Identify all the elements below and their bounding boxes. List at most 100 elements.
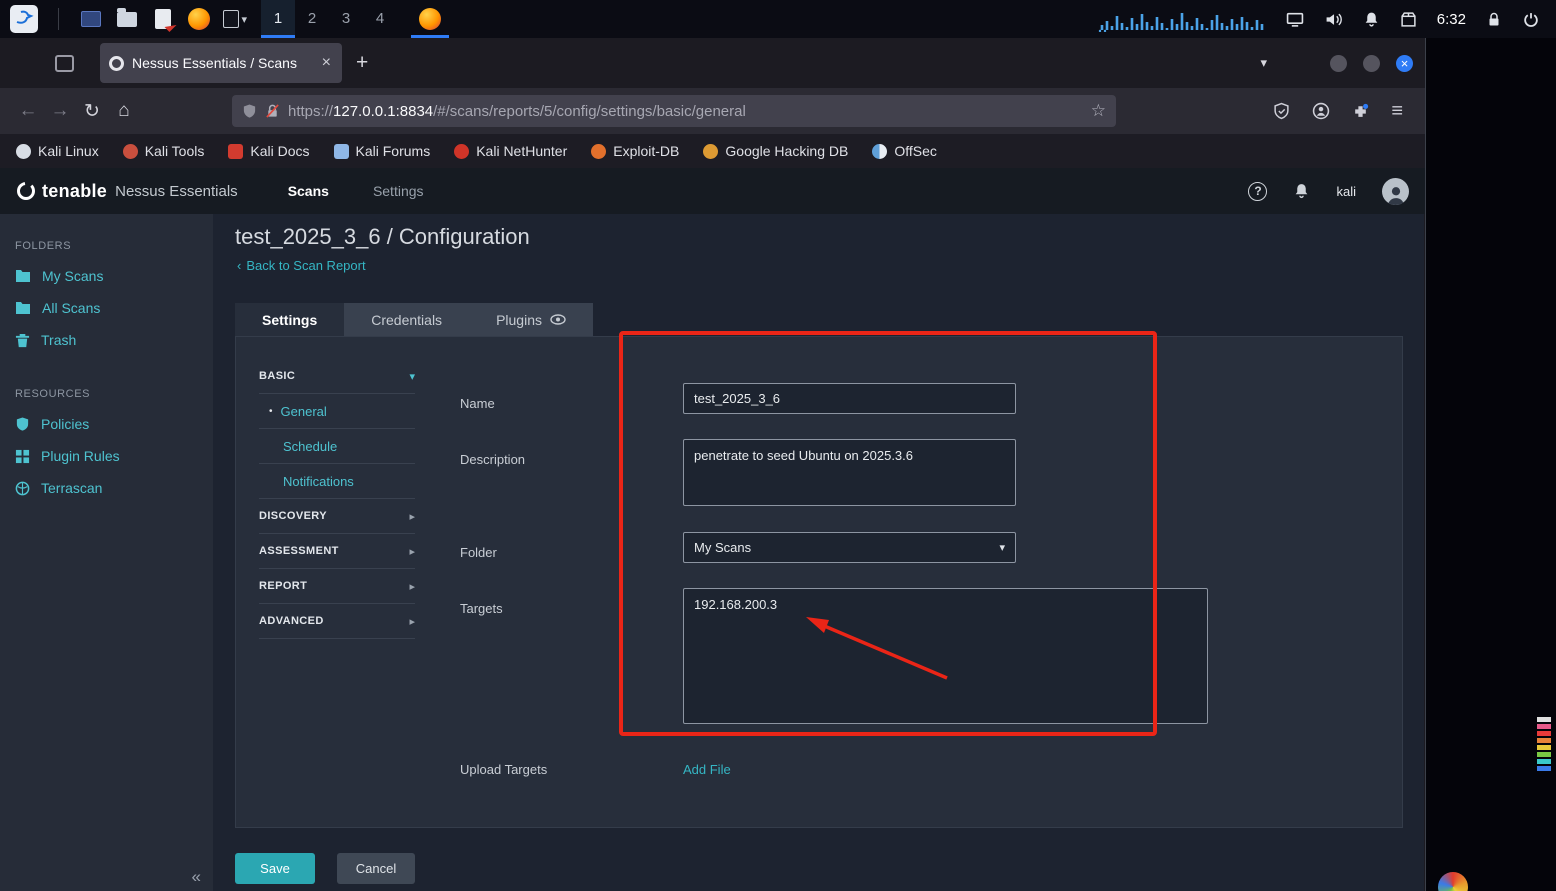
minimize-button[interactable] <box>1330 54 1347 72</box>
tenable-brand: tenable <box>42 180 108 201</box>
updates-package-icon[interactable] <box>1400 11 1417 28</box>
tab-credentials[interactable]: Credentials <box>344 303 470 336</box>
workspace-3[interactable]: 3 <box>329 0 363 38</box>
bookmark-kali-linux[interactable]: Kali Linux <box>16 143 99 159</box>
sidebar-item-plugin-rules[interactable]: Plugin Rules <box>0 440 213 472</box>
new-tab-button[interactable]: + <box>356 51 368 75</box>
tab-close-icon[interactable]: × <box>320 54 333 72</box>
lock-screen-icon[interactable] <box>1486 11 1502 28</box>
sidebar-collapse-icon[interactable]: « <box>192 867 201 887</box>
volume-icon[interactable] <box>1324 11 1343 28</box>
bookmark-google-hacking-db[interactable]: Google Hacking DB <box>703 143 848 159</box>
settings-item-notifications[interactable]: Notifications <box>259 464 415 499</box>
bookmark-label: OffSec <box>894 143 937 159</box>
chevron-right-icon: ▸ <box>409 510 415 523</box>
clock[interactable]: 6:32 <box>1437 11 1466 28</box>
back-button[interactable]: ← <box>12 100 44 122</box>
browser-tab-active[interactable]: Nessus Essentials / Scans × <box>100 43 342 83</box>
sidebar-item-trash[interactable]: Trash <box>0 324 213 356</box>
nav-scans[interactable]: Scans <box>288 183 329 199</box>
workspace-1[interactable]: 1 <box>261 0 295 38</box>
text-editor-icon[interactable] <box>151 7 175 31</box>
terminal-launcher-icon[interactable]: ▾ <box>223 7 247 31</box>
firefox-launcher-icon[interactable] <box>187 7 211 31</box>
reload-button[interactable]: ↻ <box>76 100 108 123</box>
tracking-shield-icon[interactable] <box>242 103 257 119</box>
folder-select[interactable]: My Scans ▾ <box>683 532 1016 563</box>
help-icon[interactable]: ? <box>1248 181 1268 201</box>
person-icon <box>1387 186 1404 205</box>
extensions-puzzle-icon[interactable] <box>1352 103 1369 120</box>
display-icon[interactable] <box>1286 11 1304 28</box>
item-label: Notifications <box>283 473 354 489</box>
bookmark-kali-forums[interactable]: Kali Forums <box>333 143 430 159</box>
bookmark-kali-docs[interactable]: Kali Docs <box>228 143 310 159</box>
forward-button[interactable]: → <box>44 100 76 122</box>
sidebar-item-all-scans[interactable]: All Scans <box>0 292 213 324</box>
targets-field[interactable]: 192.168.200.3 <box>683 588 1208 724</box>
kali-nethunter-icon <box>454 143 470 159</box>
window-controls: × <box>1330 54 1413 72</box>
window-app-icon[interactable] <box>79 7 103 31</box>
nessus-bell-icon[interactable] <box>1293 182 1310 200</box>
sidebar-item-policies[interactable]: Policies <box>0 408 213 440</box>
close-window-button[interactable]: × <box>1396 54 1413 72</box>
settings-item-general[interactable]: • General <box>259 394 415 429</box>
user-name[interactable]: kali <box>1336 184 1356 199</box>
bookmark-label: Kali Docs <box>250 143 310 159</box>
firefox-view-icon[interactable] <box>55 54 74 72</box>
group-label: ASSESSMENT <box>259 545 339 557</box>
name-label: Name <box>460 396 495 411</box>
home-button[interactable]: ⌂ <box>108 100 140 122</box>
list-all-tabs-icon[interactable]: ▾ <box>1260 55 1267 71</box>
settings-group-basic[interactable]: BASIC ▾ <box>259 359 415 394</box>
bookmark-star-icon[interactable]: ☆ <box>1091 101 1106 121</box>
exploit-db-icon <box>591 143 607 159</box>
user-avatar[interactable] <box>1382 177 1409 205</box>
kali-menu-icon[interactable] <box>10 5 38 33</box>
name-field[interactable] <box>683 383 1016 414</box>
tab-settings[interactable]: Settings <box>235 303 345 336</box>
eye-icon <box>550 314 566 325</box>
settings-group-discovery[interactable]: DISCOVERY ▸ <box>259 499 415 534</box>
settings-group-assessment[interactable]: ASSESSMENT ▸ <box>259 534 415 569</box>
nav-settings[interactable]: Settings <box>373 183 424 199</box>
insecure-lock-icon[interactable] <box>265 103 280 119</box>
add-file-link[interactable]: Add File <box>683 762 731 777</box>
workspace-4[interactable]: 4 <box>363 0 397 38</box>
firefox-taskbar-window-icon[interactable] <box>411 0 449 38</box>
save-button[interactable]: Save <box>235 853 315 884</box>
audio-levels-icon <box>1537 717 1551 771</box>
description-field[interactable]: penetrate to seed Ubuntu on 2025.3.6 <box>683 439 1016 506</box>
settings-group-report[interactable]: REPORT ▸ <box>259 569 415 604</box>
back-to-scan-report-link[interactable]: ‹ Back to Scan Report <box>237 258 366 273</box>
bookmark-exploit-db[interactable]: Exploit-DB <box>591 143 679 159</box>
bookmark-kali-nethunter[interactable]: Kali NetHunter <box>454 143 567 159</box>
settings-group-advanced[interactable]: ADVANCED ▸ <box>259 604 415 639</box>
sidebar-item-terrascan[interactable]: Terrascan <box>0 472 213 504</box>
sidebar-item-my-scans[interactable]: My Scans <box>0 260 213 292</box>
chevron-right-icon: ▸ <box>409 545 415 558</box>
group-label: BASIC <box>259 370 296 382</box>
cancel-button[interactable]: Cancel <box>337 853 415 884</box>
terminal-dropdown-icon[interactable]: ▾ <box>241 13 247 26</box>
logout-power-icon[interactable] <box>1522 11 1540 28</box>
url-bar[interactable]: https://127.0.0.1:8834/#/scans/reports/5… <box>232 95 1116 127</box>
url-text[interactable]: https://127.0.0.1:8834/#/scans/reports/5… <box>288 103 1083 120</box>
tab-plugins[interactable]: Plugins <box>469 303 593 336</box>
maximize-button[interactable] <box>1363 54 1380 72</box>
workspace-2[interactable]: 2 <box>295 0 329 38</box>
tab-title: Nessus Essentials / Scans <box>132 55 297 71</box>
settings-item-schedule[interactable]: Schedule <box>259 429 415 464</box>
file-manager-icon[interactable] <box>115 7 139 31</box>
system-monitor-graph[interactable] <box>1098 6 1268 32</box>
account-icon[interactable] <box>1312 102 1330 120</box>
shield-icon <box>16 417 29 431</box>
nessus-nav: Scans Settings <box>288 183 424 199</box>
group-label: DISCOVERY <box>259 510 327 522</box>
hamburger-menu-icon[interactable]: ≡ <box>1391 100 1403 123</box>
notifications-bell-icon[interactable] <box>1363 11 1380 28</box>
bookmark-offsec[interactable]: OffSec <box>872 143 937 159</box>
bookmark-kali-tools[interactable]: Kali Tools <box>122 143 204 159</box>
privacy-badge-icon[interactable] <box>1273 102 1290 120</box>
